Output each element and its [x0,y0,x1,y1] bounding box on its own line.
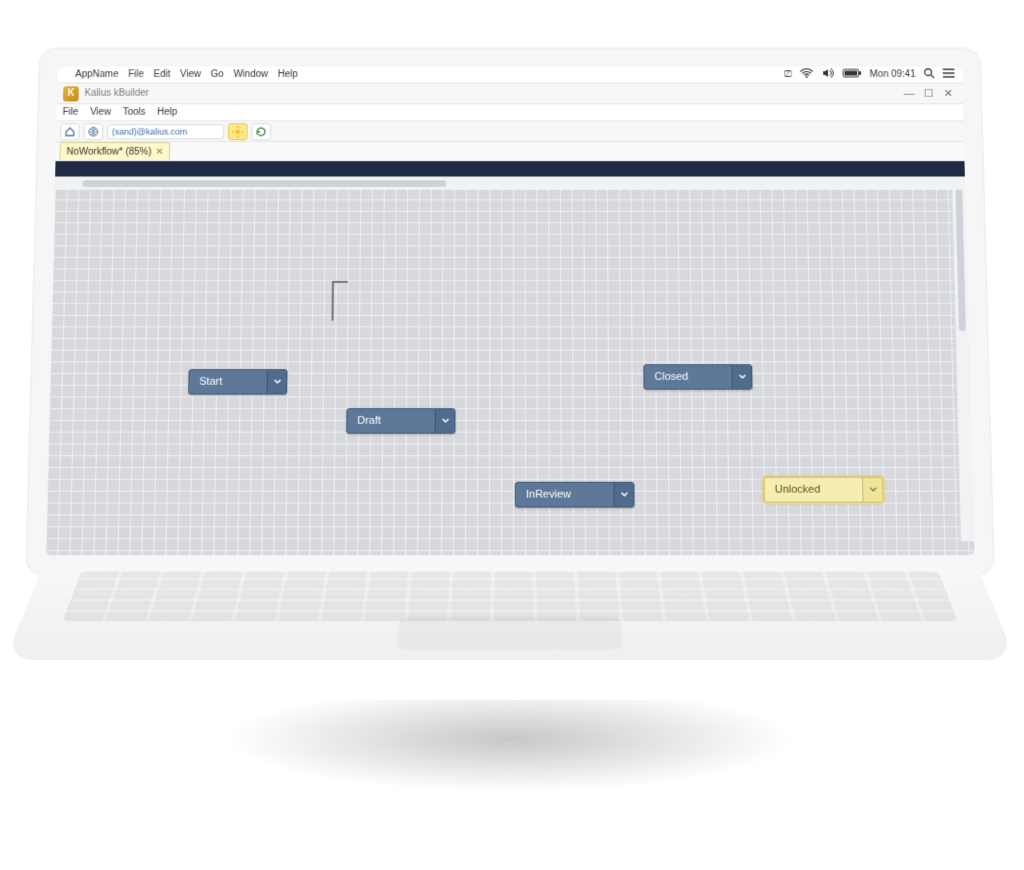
wifi-icon[interactable] [799,68,813,80]
app-window: K Kalius kBuilder — ☐ ✕ File View Tools … [46,84,975,556]
node-expander-icon[interactable] [862,478,882,502]
workflow-canvas[interactable]: Start Draft InReview Closed [46,176,975,555]
mac-menubar: AppName File Edit View Go Window Help ⎚ [57,67,962,84]
canvas-header [55,161,965,176]
app-menu-tools[interactable]: Tools [123,107,146,117]
node-label: Closed [644,371,731,383]
mac-menu-window[interactable]: Window [233,69,268,79]
airplay-icon[interactable]: ⎚ [784,70,792,79]
laptop-base [5,562,1016,660]
app-titlebar: K Kalius kBuilder — ☐ ✕ [57,84,963,105]
app-menu-file[interactable]: File [62,107,78,117]
node-label: InReview [516,489,614,501]
document-tab[interactable]: NoWorkflow* (85%) ✕ [59,142,170,160]
app-toolbar: (sand)@kalius.com [56,121,964,142]
node-expander-icon[interactable] [435,409,455,433]
hamburger-icon[interactable] [943,68,955,80]
node-label: Unlocked [765,484,863,496]
mac-menu-file[interactable]: File [128,69,144,79]
workflow-node-inreview[interactable]: InReview [515,482,635,508]
node-expander-icon[interactable] [266,370,286,393]
node-expander-icon[interactable] [613,483,633,507]
app-menu-view[interactable]: View [90,107,111,117]
toolbar-address[interactable]: (sand)@kalius.com [107,124,224,139]
canvas-hscrollbar[interactable] [55,176,965,189]
document-tabstrip: NoWorkflow* (85%) ✕ [56,142,965,161]
workflow-node-unlocked[interactable]: Unlocked [764,477,884,503]
volume-icon[interactable] [821,68,835,80]
laptop-trackpad [397,616,623,650]
laptop-lid: AppName File Edit View Go Window Help ⎚ [25,48,995,575]
app-logo-icon: K [63,86,79,101]
laptop-shadow [70,700,950,830]
canvas-vscrollbar[interactable] [951,176,974,541]
toolbar-refresh-button[interactable] [251,123,271,140]
toolbar-globe-button[interactable] [83,123,103,140]
toolbar-sun-button[interactable] [228,123,248,140]
app-menubar: File View Tools Help [57,104,964,121]
window-maximize-button[interactable]: ☐ [920,87,938,100]
node-label: Draft [347,415,434,427]
laptop-screen: AppName File Edit View Go Window Help ⎚ [46,67,975,556]
mac-menu-view[interactable]: View [180,69,201,79]
mac-app-name[interactable]: AppName [75,69,118,79]
mac-menu-go[interactable]: Go [211,69,224,79]
workflow-node-draft[interactable]: Draft [346,408,455,433]
node-expander-icon[interactable] [731,365,751,388]
mac-menu-help[interactable]: Help [278,69,298,79]
document-tab-label: NoWorkflow* (85%) [66,146,151,156]
app-menu-help[interactable]: Help [157,107,177,117]
mac-menu-edit[interactable]: Edit [154,69,171,79]
workflow-node-closed[interactable]: Closed [643,364,752,389]
tab-close-icon[interactable]: ✕ [155,146,163,156]
battery-icon[interactable] [842,68,862,80]
flow-edges [51,176,348,320]
window-minimize-button[interactable]: — [900,87,918,100]
laptop-keyboard [63,572,958,622]
node-label: Start [189,376,266,388]
window-close-button[interactable]: ✕ [939,87,957,100]
mac-clock: Mon 09:41 [870,69,916,79]
spotlight-icon[interactable] [923,67,935,81]
app-title: Kalius kBuilder [84,88,149,98]
workflow-node-start[interactable]: Start [188,369,287,394]
toolbar-home-button[interactable] [60,123,80,140]
